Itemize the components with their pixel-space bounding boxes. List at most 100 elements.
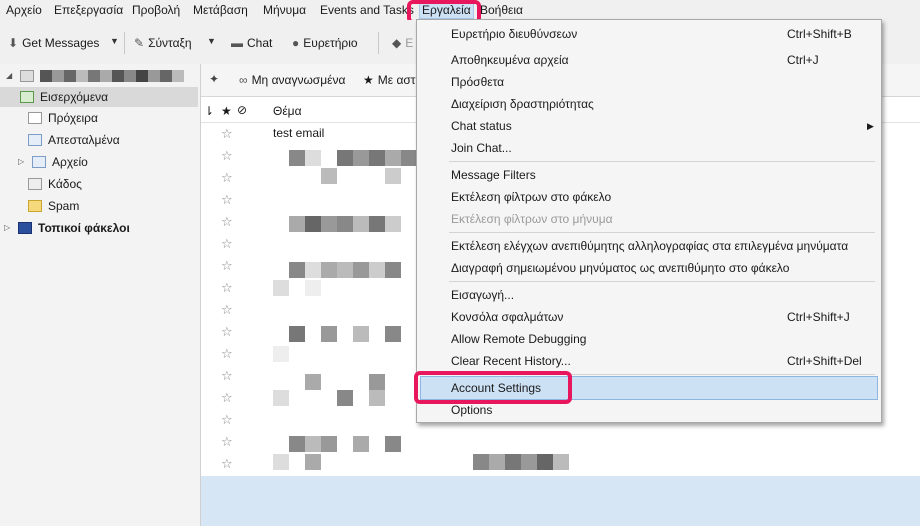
redacted-block bbox=[321, 168, 337, 184]
menu-item-activity-manager[interactable]: Διαχείριση δραστηριότητας bbox=[421, 93, 877, 115]
menu-view[interactable]: Προβολή bbox=[130, 2, 182, 18]
redacted-block bbox=[369, 216, 385, 232]
star-toggle-icon[interactable]: ☆ bbox=[221, 148, 233, 164]
redacted-block bbox=[337, 390, 353, 406]
expand-icon: ▷ bbox=[18, 157, 25, 166]
inbox-icon bbox=[20, 91, 34, 103]
menu-separator bbox=[449, 161, 875, 162]
star-toggle-icon[interactable]: ☆ bbox=[221, 390, 233, 406]
toolbar-divider bbox=[378, 32, 379, 54]
attachment-column-icon[interactable]: ⊘ bbox=[237, 103, 247, 117]
redacted-block bbox=[369, 390, 385, 406]
person-icon: ● bbox=[292, 36, 300, 50]
redacted-block bbox=[353, 216, 369, 232]
star-toggle-icon[interactable]: ☆ bbox=[221, 280, 233, 296]
star-toggle-icon[interactable]: ☆ bbox=[221, 214, 233, 230]
chat-button[interactable]: ▬ Chat bbox=[231, 34, 272, 52]
menu-item-error-console[interactable]: Κονσόλα σφαλμάτων Ctrl+Shift+J bbox=[421, 306, 877, 328]
folder-sent[interactable]: Απεσταλμένα bbox=[28, 130, 120, 150]
filter-starred-button[interactable]: ★ Με αστ bbox=[363, 73, 416, 87]
star-toggle-icon[interactable]: ☆ bbox=[221, 192, 233, 208]
subject-column-header[interactable]: Θέμα bbox=[273, 104, 302, 118]
menu-separator bbox=[449, 232, 875, 233]
menu-item-run-junk-controls[interactable]: Εκτέλεση ελέγχων ανεπιθύμητης αλληλογραφ… bbox=[421, 235, 877, 257]
folder-pane: ◢ Εισερχόμενα Πρόχειρα Απεσταλμένα ▷ Αρχ… bbox=[0, 64, 201, 526]
redacted-block bbox=[305, 280, 321, 296]
star-toggle-icon[interactable]: ☆ bbox=[221, 434, 233, 450]
thread-column-icon[interactable]: ⇂ bbox=[204, 104, 214, 118]
star-toggle-icon[interactable]: ☆ bbox=[221, 170, 233, 186]
compose-button[interactable]: ✎ Σύνταξη bbox=[134, 34, 192, 52]
redacted-block bbox=[321, 436, 337, 452]
redacted-block bbox=[305, 150, 321, 166]
account-row[interactable]: ◢ bbox=[6, 66, 184, 86]
folder-spam[interactable]: Spam bbox=[28, 196, 79, 216]
star-toggle-icon[interactable]: ☆ bbox=[221, 258, 233, 274]
redacted-block bbox=[321, 216, 337, 232]
message-subject: test email bbox=[273, 126, 325, 140]
menu-events-tasks[interactable]: Events and Tasks bbox=[318, 2, 416, 18]
star-toggle-icon[interactable]: ☆ bbox=[221, 302, 233, 318]
menu-item-chat-status[interactable]: Chat status ▶ bbox=[421, 115, 877, 137]
star-toggle-icon[interactable]: ☆ bbox=[221, 126, 233, 142]
star-toggle-icon[interactable]: ☆ bbox=[221, 368, 233, 384]
redacted-block bbox=[385, 150, 401, 166]
menu-edit[interactable]: Επεξεργασία bbox=[52, 2, 125, 18]
expand-icon: ▷ bbox=[4, 223, 11, 232]
get-messages-button[interactable]: ⬇ Get Messages bbox=[8, 34, 99, 52]
menu-item-saved-files[interactable]: Αποθηκευμένα αρχεία Ctrl+J bbox=[421, 49, 877, 71]
get-messages-dropdown-icon[interactable]: ▼ bbox=[110, 36, 119, 46]
menu-item-run-filters-folder[interactable]: Εκτέλεση φίλτρων στο φάκελο bbox=[421, 186, 877, 208]
menu-item-addons[interactable]: Πρόσθετα bbox=[421, 71, 877, 93]
redacted-block bbox=[305, 216, 321, 232]
menu-message[interactable]: Μήνυμα bbox=[261, 2, 308, 18]
menu-item-delete-junk[interactable]: Διαγραφή σημειωμένου μηνύματος ως ανεπιθ… bbox=[421, 257, 877, 279]
redacted-block bbox=[305, 454, 321, 470]
account-settings-annotation bbox=[414, 371, 572, 404]
star-toggle-icon[interactable]: ☆ bbox=[221, 456, 233, 472]
menu-item-clear-history[interactable]: Clear Recent History... Ctrl+Shift+Del bbox=[421, 350, 877, 372]
message-row[interactable]: ☆ bbox=[201, 430, 920, 452]
redacted-block bbox=[337, 216, 353, 232]
trash-icon bbox=[28, 178, 42, 190]
redacted-block bbox=[473, 454, 489, 470]
folder-local[interactable]: ▷ Τοπικοί φάκελοι bbox=[4, 218, 130, 238]
tag-button[interactable]: ◆ Ε bbox=[392, 34, 413, 52]
filter-unread-button[interactable]: ∞ Μη αναγνωσμένα bbox=[239, 73, 345, 87]
pin-icon[interactable]: ✦ bbox=[209, 72, 219, 86]
folder-trash[interactable]: Κάδος bbox=[28, 174, 82, 194]
chat-bubble-icon: ▬ bbox=[231, 36, 243, 50]
menu-item-remote-debugging[interactable]: Allow Remote Debugging bbox=[421, 328, 877, 350]
tools-dropdown-menu: Ευρετήριο διευθύνσεων Ctrl+Shift+B Αποθη… bbox=[416, 19, 882, 423]
folder-archive[interactable]: ▷ Αρχείο bbox=[18, 152, 88, 172]
menu-help[interactable]: Βοήθεια bbox=[478, 2, 525, 18]
account-name-redacted bbox=[40, 70, 184, 82]
menu-file[interactable]: Αρχείο bbox=[4, 2, 44, 18]
redacted-block bbox=[521, 454, 537, 470]
compose-dropdown-icon[interactable]: ▼ bbox=[207, 36, 216, 46]
star-toggle-icon[interactable]: ☆ bbox=[221, 236, 233, 252]
redacted-block bbox=[353, 150, 369, 166]
tag-icon: ◆ bbox=[392, 36, 402, 50]
menu-item-address-book[interactable]: Ευρετήριο διευθύνσεων Ctrl+Shift+B bbox=[421, 23, 877, 45]
menu-item-join-chat[interactable]: Join Chat... bbox=[421, 137, 877, 159]
drafts-icon bbox=[28, 112, 42, 124]
redacted-block bbox=[489, 454, 505, 470]
star-toggle-icon[interactable]: ☆ bbox=[221, 346, 233, 362]
menu-item-import[interactable]: Εισαγωγή... bbox=[421, 284, 877, 306]
folder-inbox[interactable]: Εισερχόμενα bbox=[0, 87, 198, 107]
redacted-block bbox=[321, 326, 337, 342]
sent-icon bbox=[28, 134, 42, 146]
message-row[interactable]: ☆ bbox=[201, 452, 920, 474]
star-toggle-icon[interactable]: ☆ bbox=[221, 412, 233, 428]
redacted-block bbox=[401, 150, 417, 166]
star-toggle-icon[interactable]: ☆ bbox=[221, 324, 233, 340]
starred-column-icon[interactable]: ★ bbox=[221, 104, 232, 118]
folder-drafts[interactable]: Πρόχειρα bbox=[28, 108, 98, 128]
address-book-button[interactable]: ● Ευρετήριο bbox=[292, 34, 358, 52]
menu-item-message-filters[interactable]: Message Filters bbox=[421, 164, 877, 186]
redacted-block bbox=[353, 326, 369, 342]
pencil-icon: ✎ bbox=[134, 36, 145, 50]
menu-go[interactable]: Μετάβαση bbox=[191, 2, 250, 18]
redacted-block bbox=[273, 390, 289, 406]
